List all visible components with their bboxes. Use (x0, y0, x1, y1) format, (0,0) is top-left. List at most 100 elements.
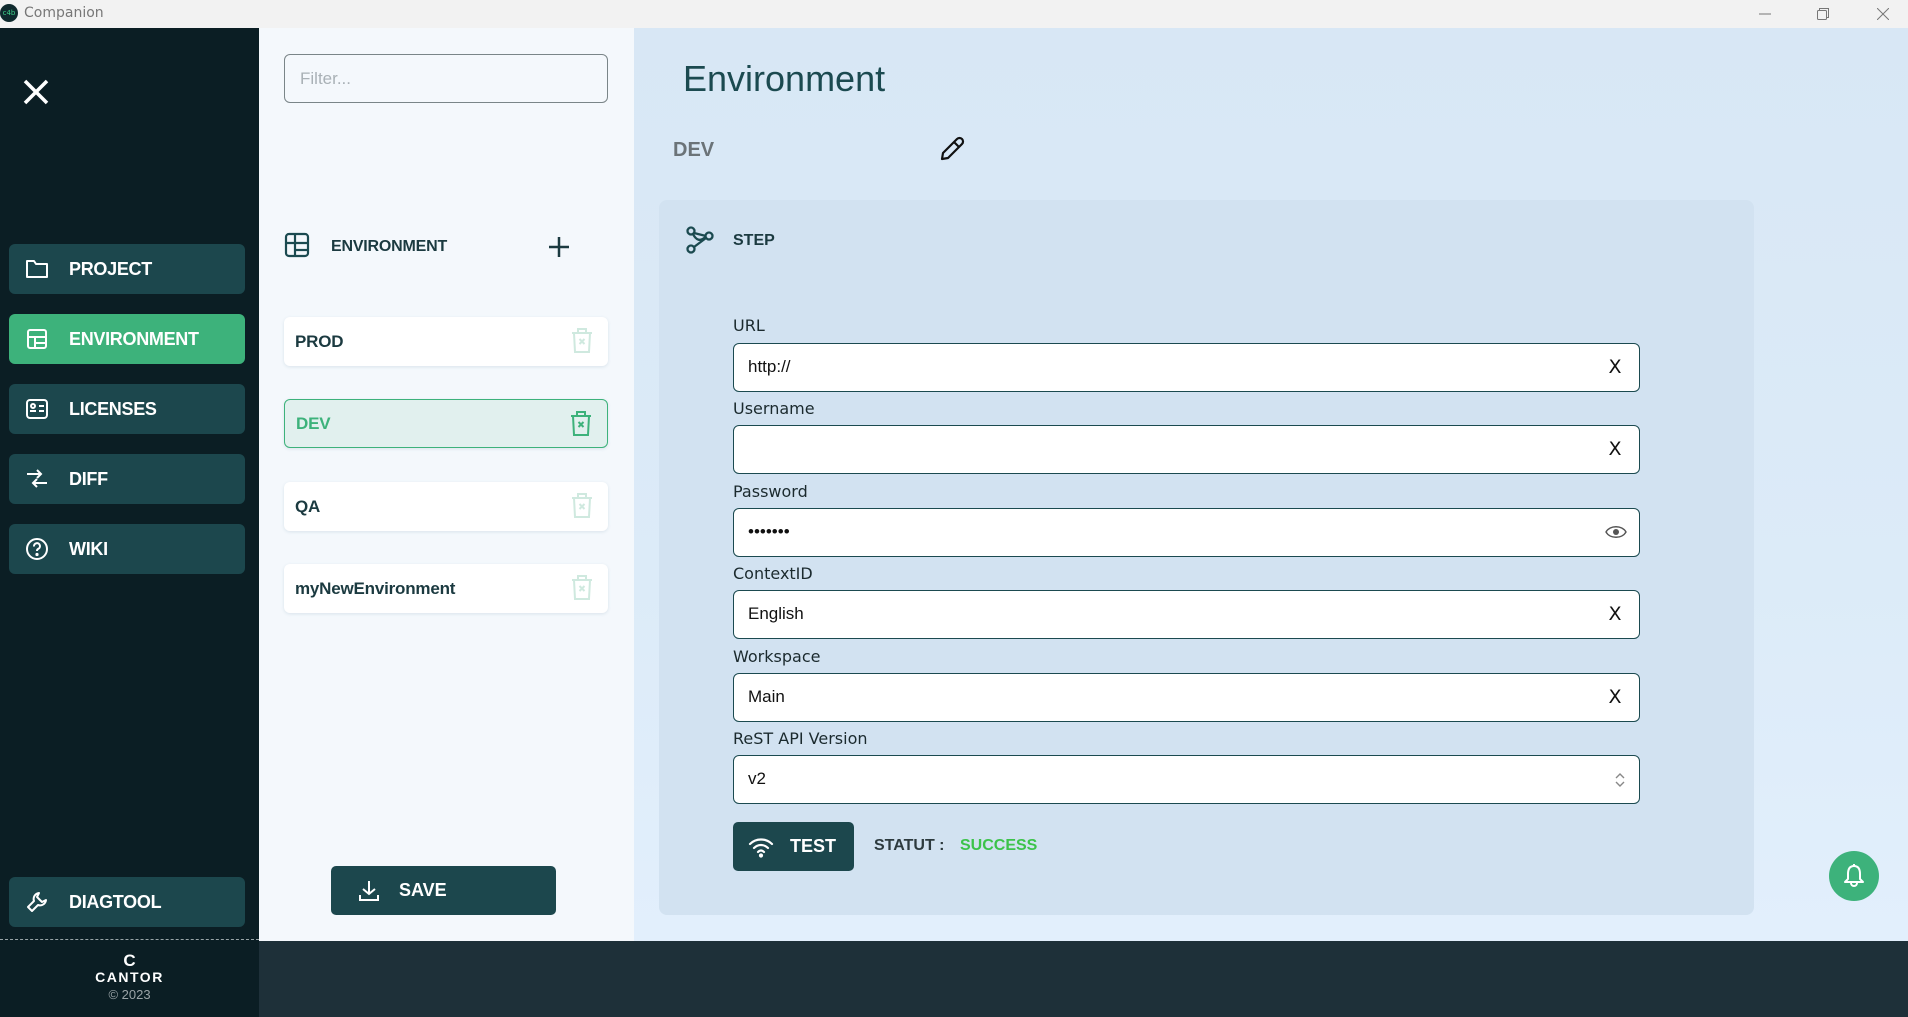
environment-list-header: ENVIRONMENT (284, 232, 608, 262)
workspace-field: X (733, 673, 1640, 722)
clear-url-button[interactable]: X (1605, 356, 1625, 378)
delete-environment-button[interactable] (570, 327, 594, 355)
wrench-icon (24, 889, 50, 915)
id-card-icon (24, 396, 50, 422)
api-version-value[interactable] (748, 756, 1588, 802)
username-input[interactable] (748, 426, 1588, 472)
sidebar-item-label: PROJECT (69, 258, 152, 279)
password-input[interactable] (748, 509, 1588, 555)
context-id-field: X (733, 590, 1640, 639)
environment-name: QA (295, 496, 321, 516)
environment-item-prod[interactable]: PROD (284, 317, 608, 366)
window-title: Companion (24, 5, 104, 21)
footer-bar (259, 941, 1908, 1017)
username-label: Username (733, 399, 815, 418)
environment-name: myNewEnvironment (295, 578, 456, 598)
environment-name: PROD (295, 331, 344, 351)
bell-icon (1844, 864, 1864, 887)
logo-mark: C (123, 951, 136, 970)
url-input[interactable] (748, 344, 1588, 390)
edit-name-button[interactable] (938, 135, 966, 163)
plus-icon (549, 237, 569, 257)
close-icon (23, 79, 49, 105)
clear-username-button[interactable]: X (1605, 438, 1625, 460)
close-menu-button[interactable] (22, 78, 50, 106)
eye-icon (1605, 526, 1627, 538)
url-field: X (733, 343, 1640, 392)
title-bar: c4b Companion (0, 0, 1908, 28)
show-password-button[interactable] (1605, 523, 1627, 541)
layout-icon (24, 326, 50, 352)
api-version-label: ReST API Version (733, 729, 868, 748)
step-card: STEP URL X Username X Password ContextID… (659, 200, 1754, 915)
save-button[interactable]: SAVE (331, 866, 556, 915)
close-window-button[interactable] (1860, 0, 1906, 28)
context-id-input[interactable] (748, 591, 1588, 637)
arrows-exchange-icon (24, 466, 50, 492)
wifi-icon (748, 836, 774, 858)
page-title: Environment (683, 58, 886, 99)
environment-item-mynewenvironment[interactable]: myNewEnvironment (284, 564, 608, 613)
folder-icon (24, 256, 50, 282)
test-label: TEST (790, 836, 837, 856)
restore-button[interactable] (1800, 0, 1846, 28)
clear-workspace-button[interactable]: X (1605, 686, 1625, 708)
diagtool-label: DIAGTOOL (69, 891, 162, 912)
save-label: SAVE (399, 880, 447, 900)
close-icon (1877, 8, 1889, 20)
app-icon: c4b (0, 4, 18, 22)
workspace-input[interactable] (748, 674, 1588, 720)
environment-detail: Environment DEV STEP URL X Username X Pa… (634, 28, 1908, 941)
sidebar-item-environment[interactable]: ENVIRONMENT (9, 314, 245, 364)
url-label: URL (733, 316, 765, 335)
delete-environment-button[interactable] (570, 492, 594, 520)
delete-environment-button[interactable] (570, 574, 594, 602)
environment-name-display: DEV (673, 139, 715, 161)
environment-list-panel: ENVIRONMENT PROD DEV QA myNewEnvironment… (259, 28, 634, 941)
pencil-icon (940, 136, 965, 161)
sidebar-item-project[interactable]: PROJECT (9, 244, 245, 294)
sidebar-item-diff[interactable]: DIFF (9, 454, 245, 504)
logo-brand: CANTOR (95, 969, 164, 985)
workspace-label: Workspace (733, 647, 821, 666)
section-title: STEP (733, 232, 775, 249)
diagtool-button[interactable]: DIAGTOOL (9, 877, 245, 927)
download-icon (357, 879, 381, 903)
minimize-button[interactable] (1742, 0, 1788, 28)
sidebar: PROJECT ENVIRONMENT LICENSES DIFF WIKI D… (0, 28, 259, 1017)
clear-context-id-button[interactable]: X (1605, 603, 1625, 625)
notifications-button[interactable] (1829, 851, 1879, 901)
delete-environment-button[interactable] (569, 410, 593, 438)
sidebar-item-label: DIFF (69, 468, 108, 489)
username-field: X (733, 425, 1640, 474)
help-circle-icon (24, 536, 50, 562)
environment-item-dev[interactable]: DEV (284, 399, 608, 448)
copyright: © 2023 (108, 987, 151, 1002)
context-id-label: ContextID (733, 564, 813, 583)
sidebar-item-wiki[interactable]: WIKI (9, 524, 245, 574)
minimize-icon (1759, 13, 1771, 15)
password-field (733, 508, 1640, 557)
api-version-select[interactable] (733, 755, 1640, 804)
sidebar-item-label: LICENSES (69, 398, 157, 419)
cantor-logo: C CANTOR © 2023 (0, 951, 259, 1002)
trash-icon (572, 493, 592, 518)
environment-item-qa[interactable]: QA (284, 482, 608, 531)
sidebar-item-label: WIKI (69, 538, 108, 559)
environment-name: DEV (296, 413, 331, 433)
trash-icon (572, 328, 592, 353)
test-connection-button[interactable]: TEST (733, 822, 854, 871)
trash-icon (571, 411, 591, 436)
add-environment-button[interactable] (546, 234, 572, 260)
restore-icon (1817, 8, 1829, 20)
sidebar-item-licenses[interactable]: LICENSES (9, 384, 245, 434)
status-label: STATUT : (874, 837, 945, 854)
status-badge: SUCCESS (960, 837, 1038, 854)
share-nodes-icon (686, 226, 714, 254)
password-label: Password (733, 482, 808, 501)
layout-icon (284, 232, 310, 263)
environment-list-title: ENVIRONMENT (331, 238, 448, 255)
trash-icon (572, 575, 592, 600)
filter-input[interactable] (284, 54, 608, 103)
select-chevron-icon (1613, 770, 1627, 790)
